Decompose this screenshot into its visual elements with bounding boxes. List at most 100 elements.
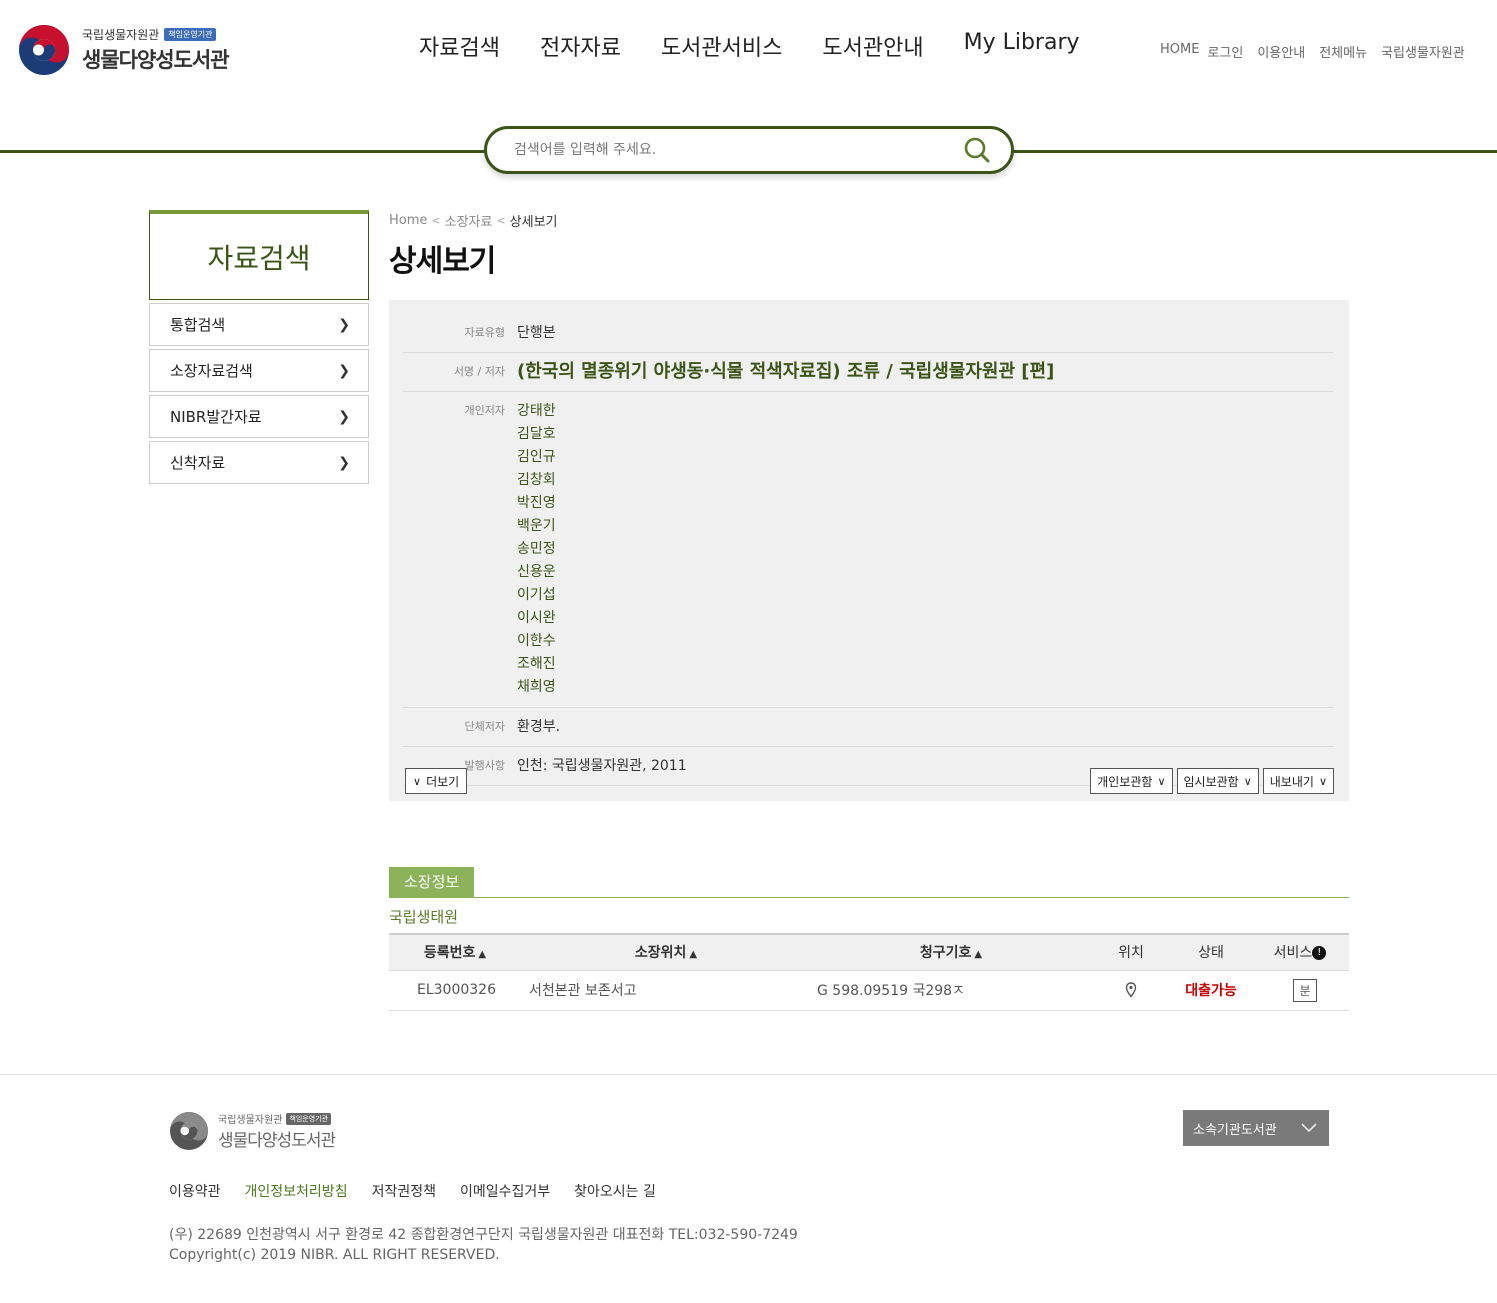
- detail-value: 단행본: [517, 325, 556, 341]
- author-link[interactable]: 백운기: [517, 515, 556, 538]
- breadcrumb-current: 상세보기: [509, 214, 558, 230]
- col-status: 상태: [1171, 933, 1251, 971]
- col-location[interactable]: 소장위치 ▲︎: [521, 933, 811, 971]
- footer-logo-badge: 책임운영기관: [286, 1112, 332, 1125]
- author-link[interactable]: 송민정: [517, 538, 556, 561]
- detail-row-title: 서명 / 저자 (한국의 멸종위기 야생동·식물 적색자료집) 조류 / 국립생…: [403, 353, 1334, 392]
- side-nav-title: 자료검색: [149, 210, 369, 300]
- record-actions: 개인보관함 ∨ 임시보관함 ∨ 내보내기 ∨: [1086, 768, 1334, 794]
- side-nav: 자료검색 통합검색 ❯ 소장자료검색 ❯ NIBR발간자료 ❯ 신착자료 ❯: [149, 210, 369, 484]
- chevron-right-icon: ❯: [338, 316, 350, 333]
- author-link[interactable]: 김인규: [517, 446, 556, 469]
- holdings-section: 소장정보 국립생태원 등록번호 ▲︎ 소장위치 ▲︎ 청구기호 ▲︎ 위치 상태 서비…: [389, 867, 1349, 1011]
- record-title: (한국의 멸종위기 야생동·식물 적색자료집) 조류 / 국립생물자원관 [편]: [517, 361, 1055, 382]
- author-link[interactable]: 조해진: [517, 653, 556, 676]
- footer-logo: 국립생물자원관 책임운영기관 생물다양성도서관: [169, 1111, 336, 1151]
- chevron-right-icon: ❯: [338, 454, 350, 471]
- author-link[interactable]: 김달호: [517, 423, 556, 446]
- util-guide-link[interactable]: 이용안내: [1257, 42, 1305, 61]
- gnb-item-my-library[interactable]: My Library: [964, 30, 1080, 62]
- side-nav-item-integrated-search[interactable]: 통합검색 ❯: [149, 303, 369, 346]
- footer-link-terms[interactable]: 이용약관: [169, 1181, 221, 1201]
- record-detail-panel: 자료유형 단행본 서명 / 저자 (한국의 멸종위기 야생동·식물 적색자료집)…: [389, 300, 1349, 801]
- gnb-item-services[interactable]: 도서관서비스: [661, 30, 782, 62]
- header: 국립생물자원관 책임운영기관 생물다양성도서관 자료검색 전자자료 도서관서비스…: [0, 0, 1497, 100]
- detail-label: 서명 / 저자: [453, 365, 505, 378]
- author-link[interactable]: 강태한: [517, 400, 556, 423]
- util-home-link[interactable]: HOME: [1160, 42, 1199, 61]
- chevron-left-icon: <: [496, 213, 506, 227]
- gnb-item-about[interactable]: 도서관안내: [822, 30, 923, 62]
- footer-org-name: 국립생물자원관: [218, 1115, 283, 1126]
- footer-links: 이용약관 개인정보처리방침 저작권정책 이메일수집거부 찾아오시는 길: [169, 1181, 680, 1201]
- info-icon[interactable]: !: [1312, 946, 1327, 961]
- detail-row-authors: 개인저자 강태한 김달호 김인규 김창회 박진영 백운기 송민정 신용운 이기섭…: [403, 392, 1334, 708]
- side-nav-item-new-arrivals[interactable]: 신착자료 ❯: [149, 441, 369, 484]
- map-pin-icon[interactable]: [1125, 982, 1137, 998]
- footer-link-directions[interactable]: 찾아오시는 길: [574, 1181, 656, 1201]
- col-reg-no[interactable]: 등록번호 ▲︎: [389, 933, 521, 971]
- detail-value: 인천: 국립생물자원관, 2011: [517, 758, 687, 774]
- col-service: 서비스!: [1251, 933, 1349, 971]
- detail-label: 단체저자: [464, 720, 505, 733]
- site-logo[interactable]: 국립생물자원관 책임운영기관 생물다양성도서관: [18, 24, 230, 76]
- footer-link-email-refusal[interactable]: 이메일수집거부: [460, 1181, 550, 1201]
- footer-copyright: Copyright(c) 2019 NIBR. ALL RIGHT RESERV…: [169, 1247, 500, 1263]
- personal-folder-dropdown[interactable]: 개인보관함 ∨: [1090, 768, 1173, 794]
- col-call-no[interactable]: 청구기호 ▲︎: [811, 933, 1091, 971]
- gnb-item-search[interactable]: 자료검색: [419, 30, 500, 62]
- cell-call-no: G 598.09519 국298ㅈ: [811, 970, 1091, 1011]
- dropdown-label: 내보내기: [1269, 774, 1314, 789]
- footer-link-copyright[interactable]: 저작권정책: [372, 1181, 436, 1201]
- chevron-right-icon: ❯: [338, 362, 350, 379]
- util-login-link[interactable]: 로그인: [1207, 42, 1243, 61]
- logo-org-name: 국립생물자원관: [82, 27, 160, 42]
- util-nibr-link[interactable]: 국립생물자원관: [1381, 42, 1465, 61]
- detail-row-org-author: 단체저자 환경부.: [403, 708, 1334, 747]
- gnb-item-eresources[interactable]: 전자자료: [540, 30, 621, 62]
- chevron-left-icon: <: [431, 213, 441, 227]
- select-label: 소속기관도서관: [1193, 1122, 1277, 1138]
- util-sitemap-link[interactable]: 전체메뉴: [1319, 42, 1367, 61]
- sort-icon: ▲︎: [974, 949, 983, 961]
- author-link[interactable]: 신용운: [517, 561, 556, 584]
- search-input[interactable]: [514, 142, 963, 158]
- breadcrumb-parent[interactable]: 소장자료: [445, 211, 493, 230]
- side-nav-item-holdings-search[interactable]: 소장자료검색 ❯: [149, 349, 369, 392]
- chevron-down-icon: [1301, 1123, 1317, 1133]
- footer-link-privacy[interactable]: 개인정보처리방침: [245, 1181, 348, 1201]
- author-link[interactable]: 박진영: [517, 492, 556, 515]
- breadcrumb: Home < 소장자료 < 상세보기: [389, 210, 1349, 230]
- search-icon[interactable]: [963, 136, 991, 164]
- side-nav-item-nibr-publications[interactable]: NIBR발간자료 ❯: [149, 395, 369, 438]
- utility-menu: HOME 로그인 이용안내 전체메뉴 국립생물자원관: [1160, 42, 1479, 61]
- chevron-right-icon: ❯: [338, 408, 350, 425]
- side-nav-item-label: 신착자료: [170, 454, 226, 472]
- service-button[interactable]: 분: [1293, 978, 1317, 1002]
- more-button[interactable]: ∨ 더보기: [405, 768, 468, 794]
- dropdown-label: 임시보관함: [1183, 774, 1239, 789]
- export-dropdown[interactable]: 내보내기 ∨: [1262, 768, 1334, 794]
- global-nav: 자료검색 전자자료 도서관서비스 도서관안내 My Library: [419, 30, 1120, 62]
- affiliated-library-select[interactable]: 소속기관도서관: [1183, 1110, 1329, 1146]
- logo-library-name: 생물다양성도서관: [82, 48, 230, 72]
- taegeuk-emblem-icon: [19, 25, 69, 75]
- author-link[interactable]: 김창회: [517, 469, 556, 492]
- footer-address: (우) 22689 인천광역시 서구 환경로 42 종합환경연구단지 국립생물자…: [169, 1227, 798, 1243]
- author-link[interactable]: 이기섭: [517, 584, 556, 607]
- breadcrumb-home[interactable]: Home: [389, 213, 427, 228]
- chevron-down-icon: ∨: [1243, 774, 1252, 788]
- table-row: EL3000326 서천본관 보존서고 G 598.09519 국298ㅈ 대출…: [389, 970, 1349, 1011]
- cell-location: 서천본관 보존서고: [521, 970, 811, 1011]
- temp-folder-dropdown[interactable]: 임시보관함 ∨: [1176, 768, 1259, 794]
- logo-text: 국립생물자원관 책임운영기관 생물다양성도서관: [82, 26, 230, 74]
- author-link[interactable]: 이한수: [517, 630, 556, 653]
- author-link[interactable]: 채희영: [517, 676, 556, 699]
- detail-label: 자료유형: [464, 326, 505, 339]
- tab-holdings-info[interactable]: 소장정보: [389, 867, 475, 897]
- author-link[interactable]: 이시완: [517, 607, 556, 630]
- detail-label: 개인저자: [464, 404, 505, 417]
- dropdown-label: 개인보관함: [1097, 774, 1153, 789]
- status-badge: 대출가능: [1185, 983, 1237, 999]
- cell-reg-no: EL3000326: [389, 970, 521, 1011]
